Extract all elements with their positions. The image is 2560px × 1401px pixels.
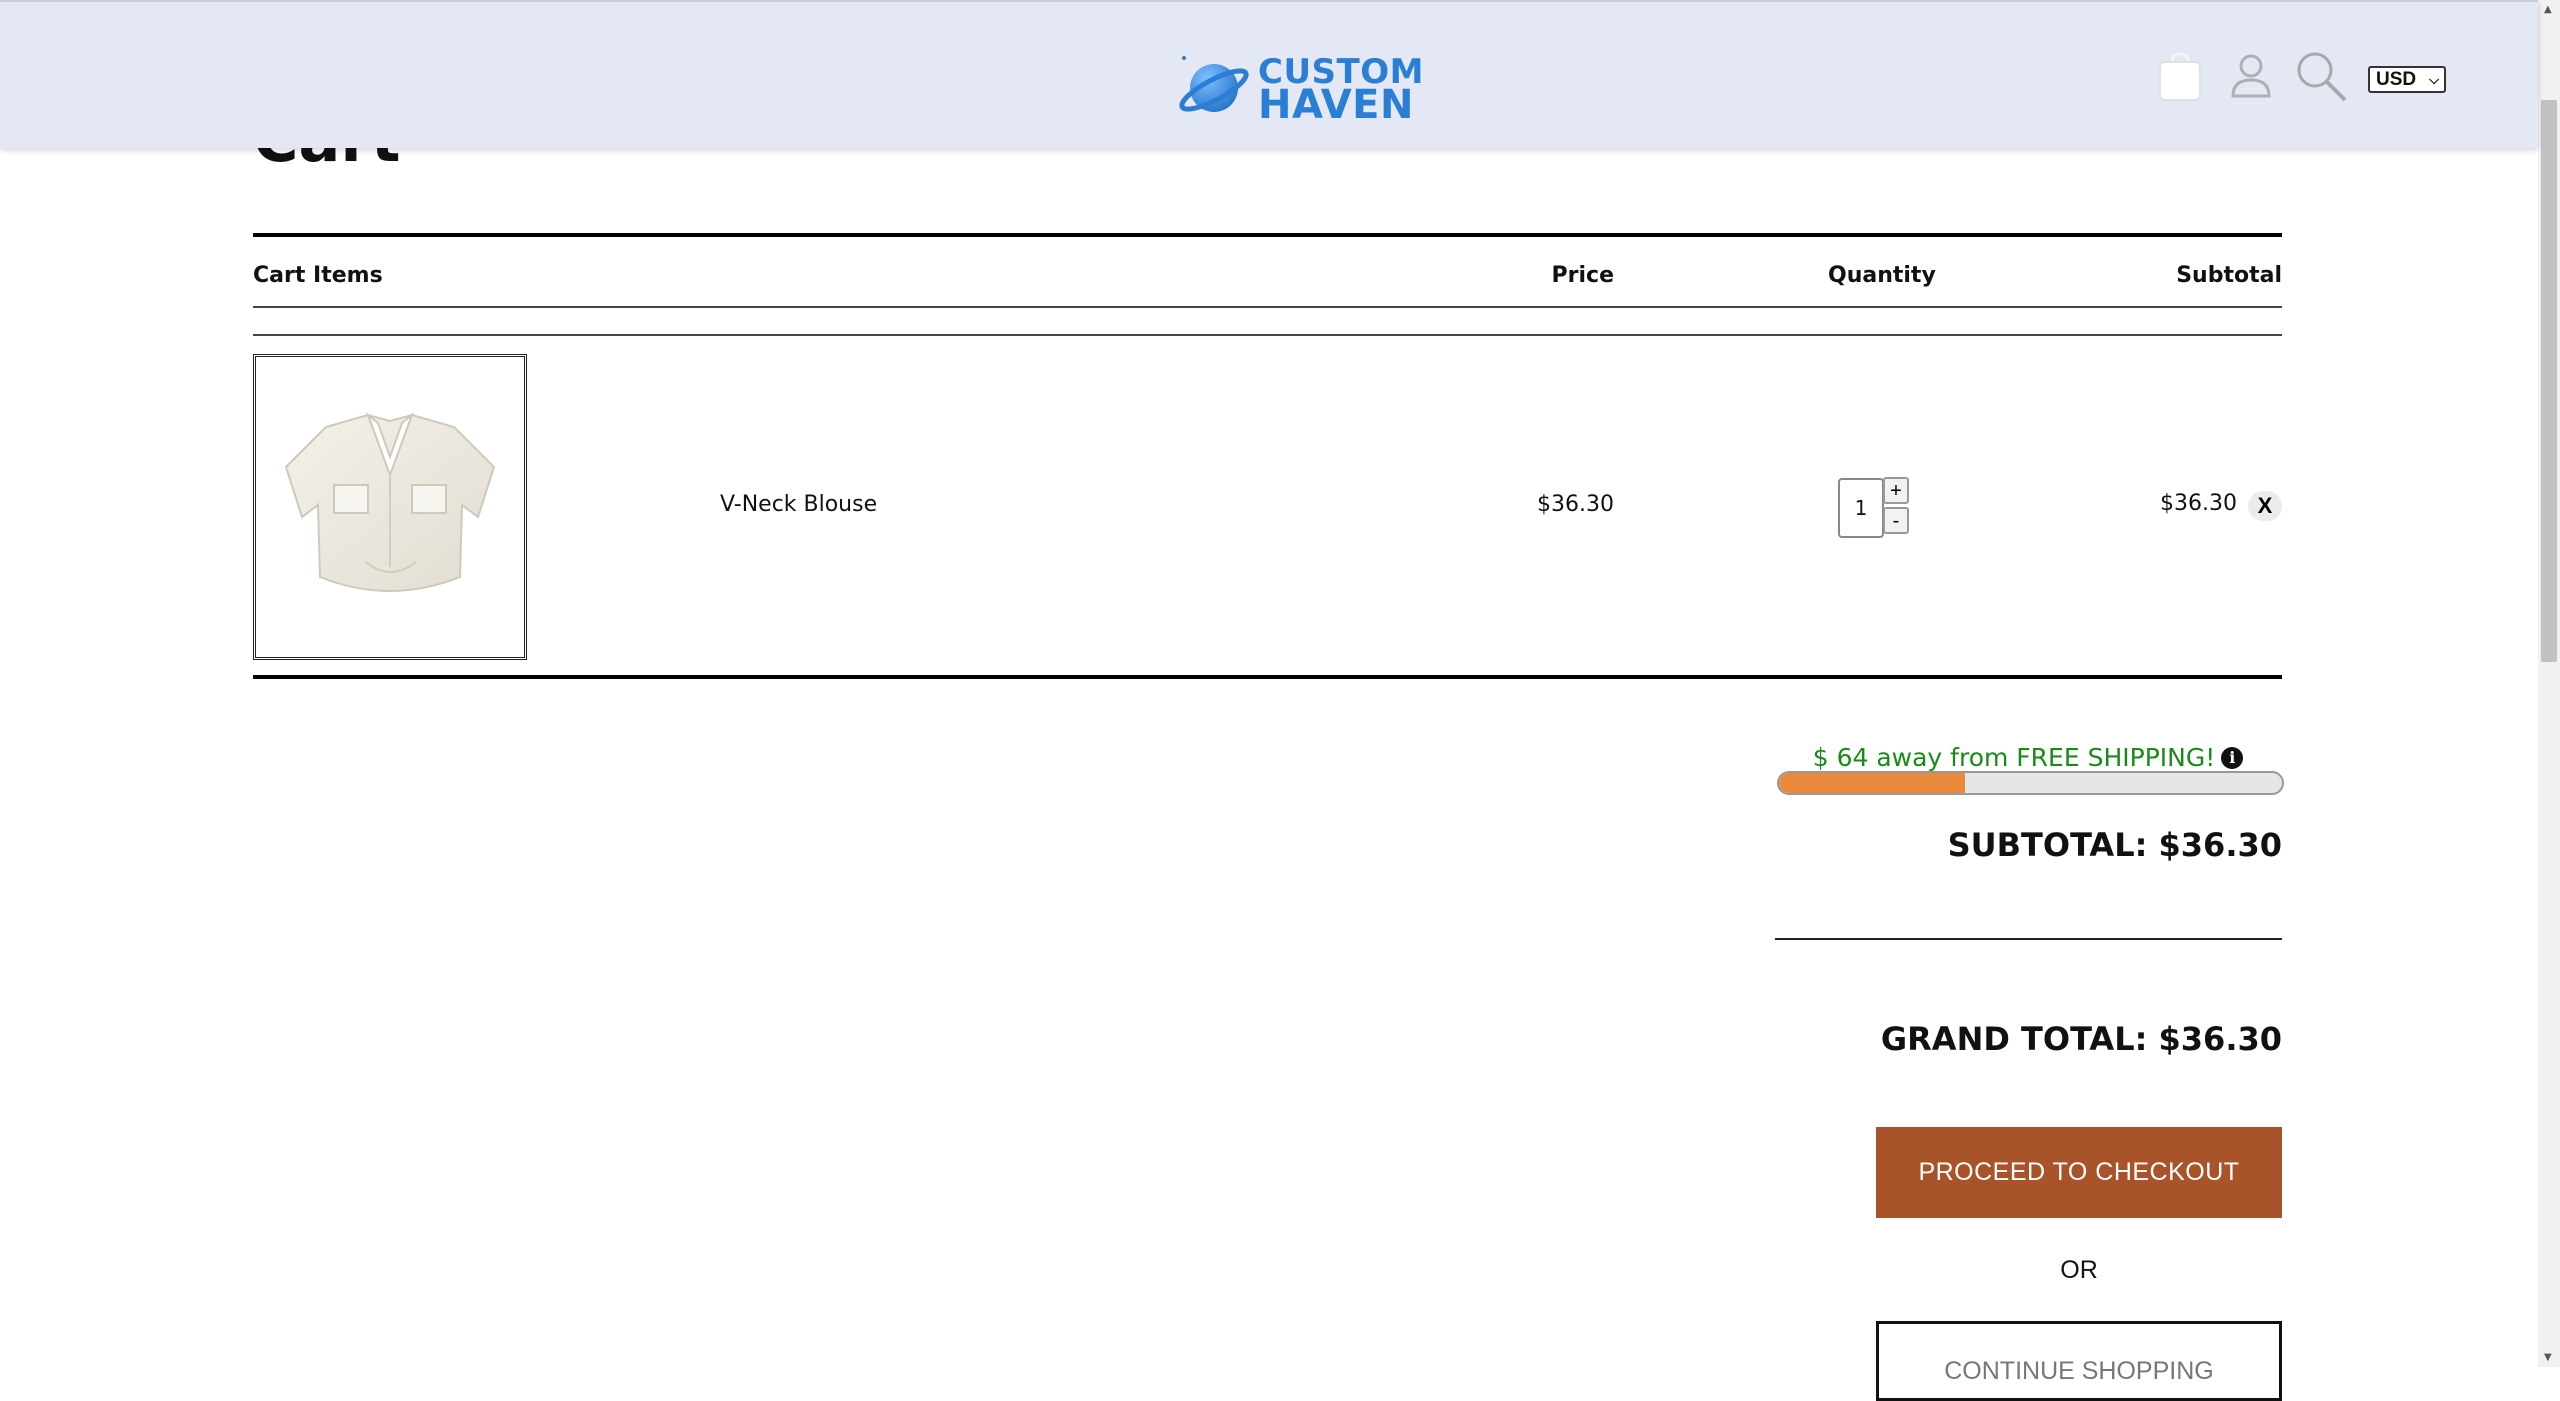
search-icon[interactable] [2293, 48, 2349, 104]
grand-total: GRAND TOTAL: $36.30 [1880, 1020, 2282, 1058]
proceed-to-checkout-button[interactable]: PROCEED TO CHECKOUT [1876, 1127, 2282, 1218]
continue-shopping-button[interactable]: CONTINUE SHOPPING [1876, 1321, 2282, 1401]
logo-line-2: HAVEN [1258, 82, 1414, 128]
chevron-down-icon: ⌵ [2429, 72, 2439, 87]
quantity-decrease-button[interactable]: - [1883, 507, 1909, 534]
quantity-increase-button[interactable]: + [1883, 477, 1909, 504]
blouse-image [284, 411, 496, 592]
item-price: $36.30 [1537, 492, 1614, 517]
table-bottom-rule [253, 675, 2282, 679]
table-top-rule [253, 233, 2282, 237]
cart-subtotal: SUBTOTAL: $36.30 [1947, 826, 2282, 864]
column-header-quantity: Quantity [1828, 263, 1936, 288]
column-header-cart-items: Cart Items [253, 263, 383, 288]
shipping-progress-bar [1777, 771, 2284, 795]
row-top-rule [253, 334, 2282, 336]
logo-wordmark: CUSTOM HAVEN [1258, 55, 1424, 128]
scroll-down-arrow-icon[interactable]: ▼ [2544, 1352, 2552, 1363]
info-icon[interactable]: i [2221, 747, 2244, 769]
scroll-up-arrow-icon[interactable]: ▲ [2544, 4, 2552, 15]
shopping-bag-icon[interactable] [2152, 48, 2208, 104]
planet-logo-icon [1179, 56, 1249, 112]
free-shipping-text: $ 64 away from FREE SHIPPING! [1812, 743, 2216, 772]
currency-select[interactable]: USD ⌵ [2368, 66, 2446, 93]
quantity-input[interactable]: 1 [1838, 478, 1884, 538]
or-separator: OR [2060, 1256, 2098, 1284]
site-logo[interactable]: CUSTOM HAVEN [1178, 54, 1423, 125]
scrollbar-thumb[interactable] [2541, 100, 2557, 662]
currency-value: USD [2376, 69, 2417, 90]
header-bottom-rule [253, 306, 2282, 308]
remove-item-button[interactable]: X [2248, 491, 2282, 521]
item-subtotal: $36.30 [2160, 491, 2237, 516]
column-header-subtotal: Subtotal [2176, 263, 2282, 288]
page-scrollbar[interactable]: ▲ ▼ [2538, 0, 2560, 1367]
product-thumbnail[interactable] [253, 354, 527, 660]
user-icon[interactable] [2223, 48, 2279, 104]
column-header-price: Price [1551, 263, 1614, 288]
site-header: CUSTOM HAVEN USD ⌵ [0, 0, 2538, 148]
shipping-progress-fill [1779, 773, 1966, 793]
item-name[interactable]: V-Neck Blouse [720, 490, 877, 520]
totals-divider [1775, 938, 2282, 940]
